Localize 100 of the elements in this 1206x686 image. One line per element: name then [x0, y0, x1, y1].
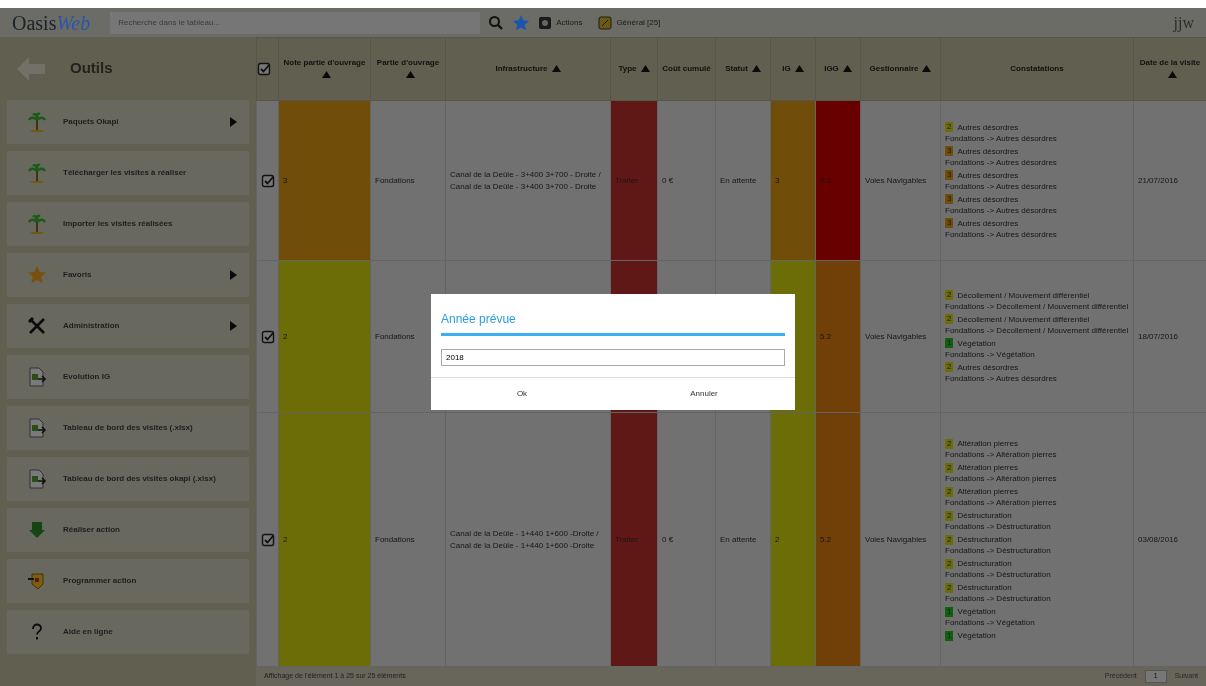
- colored-cell: 5.2: [815, 100, 861, 261]
- severity-badge: 2: [945, 462, 954, 473]
- table-cell: Canal de la Deûle - 3+400 3+700 - Droite / Canal de la Deûle - 3+400 3+700 - Droite: [445, 100, 611, 261]
- severity-badge: 2: [945, 510, 954, 521]
- column-header[interactable]: Coût cumulé: [657, 37, 716, 101]
- sidebar-menu-item[interactable]: Programmer action: [7, 559, 249, 603]
- column-header[interactable]: Type: [610, 37, 658, 101]
- finding-title: Autres désordres: [957, 145, 1019, 157]
- finding-title: Autres désordres: [957, 361, 1019, 373]
- finding-title: Déstructuration: [957, 558, 1012, 569]
- finding-path: Fondations -> Autres désordres: [945, 204, 1058, 216]
- table-cell: 0 €: [657, 100, 716, 261]
- table-cell: En attente: [715, 412, 771, 667]
- finding-title: Déstructuration: [957, 510, 1012, 521]
- finding-path: Fondations -> Végétation: [945, 617, 1036, 628]
- spreadsheet-export-icon: [27, 469, 47, 489]
- palm-tree-icon: [27, 112, 47, 132]
- finding-path: Fondations -> Décollement / Mouvement différentiel: [945, 324, 1129, 336]
- finding-path: Fondations -> Altération pierres: [945, 473, 1058, 484]
- colored-cell: 5.2: [815, 260, 861, 413]
- severity-badge: 2: [945, 438, 954, 449]
- severity-badge: 2: [945, 582, 954, 593]
- column-header[interactable]: Statut: [715, 37, 771, 101]
- finding-title: Altération pierres: [957, 486, 1018, 497]
- table-cell: Voies Navigables: [860, 260, 941, 413]
- sidebar-menu-item[interactable]: Paquets Okapi: [7, 100, 249, 144]
- severity-badge: 1: [945, 630, 954, 641]
- actions-button[interactable]: Actions: [538, 15, 583, 30]
- user-name[interactable]: jjw: [1173, 10, 1194, 35]
- column-header[interactable]: Constatations: [940, 37, 1134, 101]
- checked-checkbox[interactable]: [261, 329, 275, 344]
- palm-tree-icon: [27, 214, 47, 234]
- colored-cell: 2: [770, 412, 816, 667]
- checked-checkbox[interactable]: [261, 532, 275, 547]
- checked-checkbox[interactable]: [257, 62, 271, 76]
- colored-cell: Traiter: [610, 412, 658, 667]
- sidebar-menu-item[interactable]: Tableau de bord des visites (.xlsx): [7, 406, 249, 450]
- severity-badge: 2: [945, 314, 954, 324]
- severity-badge: 2: [945, 558, 954, 569]
- checked-checkbox[interactable]: [261, 173, 275, 188]
- oasisweb-logo: OasisWeb: [12, 10, 92, 36]
- finding-title: Autres désordres: [957, 121, 1019, 133]
- sidebar-title: Outils: [70, 58, 113, 79]
- finding-title: Végétation: [957, 606, 996, 617]
- severity-badge: 1: [945, 338, 954, 348]
- finding-path: Fondations -> Déstructuration: [945, 569, 1052, 580]
- finding-path: Fondations -> Altération pierres: [945, 449, 1058, 460]
- finding-title: Décollement / Mouvement différentiel: [957, 289, 1090, 301]
- sidebar-menu-item[interactable]: Télécharger les visites à réaliser: [7, 151, 249, 195]
- severity-badge: 3: [945, 218, 954, 228]
- finding-path: Fondations -> Déstructuration: [945, 521, 1052, 532]
- column-header[interactable]: Date de la visite: [1133, 37, 1206, 101]
- finding-title: Altération pierres: [957, 438, 1018, 449]
- table-cell: Voies Navigables: [860, 100, 941, 261]
- finding-path: Fondations -> Déstructuration: [945, 545, 1052, 556]
- table-cell: En attente: [715, 100, 771, 261]
- star-icon: [27, 265, 47, 285]
- finding-path: Fondations -> Végétation: [945, 348, 1036, 360]
- finding-title: Autres désordres: [957, 217, 1019, 229]
- column-header[interactable]: Note partie d'ouvrage: [278, 37, 371, 101]
- finding-title: Décollement / Mouvement différentiel: [957, 313, 1090, 325]
- palm-tree-icon: [27, 163, 47, 183]
- colored-cell: 3: [278, 100, 371, 261]
- severity-badge: 2: [945, 486, 954, 497]
- search-icon: [488, 14, 505, 31]
- sidebar-menu-item[interactable]: Aide en ligne: [7, 610, 249, 654]
- severity-badge: 3: [945, 170, 954, 180]
- sidebar-menu-item[interactable]: Importer les visites réalisées: [7, 202, 249, 246]
- colored-cell: 2: [278, 260, 371, 413]
- sidebar-menu-item[interactable]: Tableau de bord des visites okapi (.xlsx): [7, 457, 249, 501]
- column-header[interactable]: Partie d'ouvrage: [370, 37, 446, 101]
- finding-path: Fondations -> Autres désordres: [945, 156, 1058, 168]
- tools-icon: [27, 316, 47, 336]
- finding-path: Fondations -> Autres désordres: [945, 132, 1058, 144]
- finding-path: Fondations -> Autres désordres: [945, 228, 1058, 240]
- sidebar-menu-item[interactable]: Administration: [7, 304, 249, 348]
- severity-badge: 3: [945, 194, 954, 204]
- dialog-button[interactable]: Annuler: [613, 378, 795, 410]
- finding-title: Altération pierres: [957, 462, 1018, 473]
- column-header[interactable]: IGG: [815, 37, 861, 101]
- column-header[interactable]: Infrastructure: [445, 37, 611, 101]
- table-cell: Canal de la Deûle - 1+440 1+600 -Droite / Canal de la Deûle - 1+440 1+600 -Droite: [445, 412, 611, 667]
- sidebar-menu-item[interactable]: Evolution IG: [7, 355, 249, 399]
- column-header[interactable]: IG: [770, 37, 816, 101]
- colored-cell: 2: [278, 412, 371, 667]
- finding-path: Fondations -> Autres désordres: [945, 372, 1058, 384]
- column-header[interactable]: Gestionnaire: [860, 37, 941, 101]
- down-arrow-icon: [27, 520, 47, 540]
- year-input-field[interactable]: 2018: [441, 349, 785, 366]
- star-icon: [512, 13, 531, 32]
- severity-badge: 1: [945, 606, 954, 617]
- finding-title: Autres désordres: [957, 193, 1019, 205]
- finding-title: Végétation: [957, 630, 996, 641]
- general-button[interactable]: Général [25]: [598, 15, 661, 30]
- table-cell: Fondations: [370, 412, 446, 667]
- tag-icon: [27, 571, 47, 591]
- finding-title: Végétation: [957, 337, 996, 349]
- sidebar-menu-item[interactable]: Favoris: [7, 253, 249, 297]
- severity-badge: 2: [945, 362, 954, 372]
- sidebar-menu-item[interactable]: Réaliser action: [7, 508, 249, 552]
